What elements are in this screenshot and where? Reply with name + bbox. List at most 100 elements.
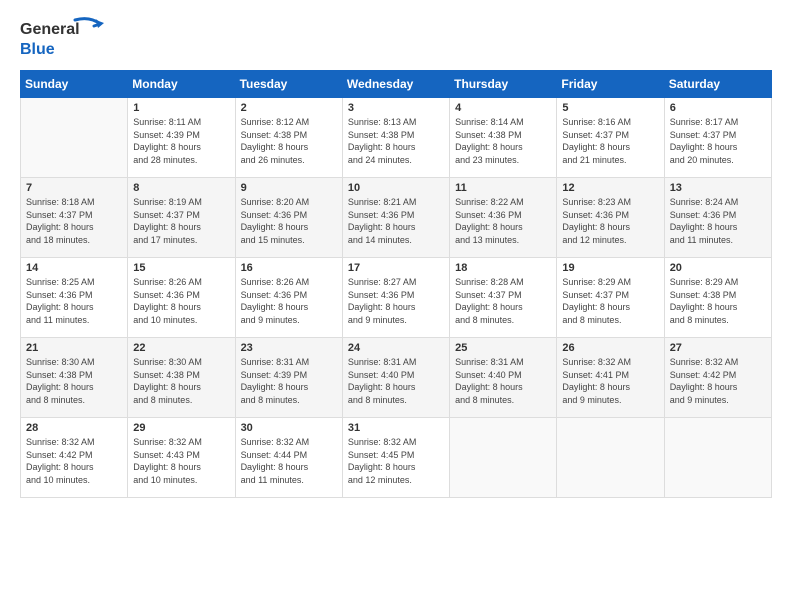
svg-text:General: General (20, 21, 80, 38)
header: General Blue (20, 16, 772, 60)
cell-content: Sunrise: 8:30 AM Sunset: 4:38 PM Dayligh… (133, 356, 229, 406)
day-number: 5 (562, 102, 658, 114)
cell-content: Sunrise: 8:13 AM Sunset: 4:38 PM Dayligh… (348, 116, 444, 166)
week-row-4: 28 Sunrise: 8:32 AM Sunset: 4:42 PM Dayli… (21, 418, 772, 498)
cell-content: Sunrise: 8:23 AM Sunset: 4:36 PM Dayligh… (562, 196, 658, 246)
logo: General Blue (20, 16, 110, 60)
cell-content: Sunrise: 8:32 AM Sunset: 4:45 PM Dayligh… (348, 436, 444, 486)
calendar-cell: 5 Sunrise: 8:16 AM Sunset: 4:37 PM Daylig… (557, 98, 664, 178)
calendar-cell: 17Sunrise: 8:27 AM Sunset: 4:36 PM Dayli… (342, 258, 449, 338)
cell-content: Sunrise: 8:11 AM Sunset: 4:39 PM Dayligh… (133, 116, 229, 166)
calendar-cell: 23 Sunrise: 8:31 AM Sunset: 4:39 PM Dayli… (235, 338, 342, 418)
cell-content: Sunrise: 8:21 AM Sunset: 4:36 PM Dayligh… (348, 196, 444, 246)
day-number: 29 (133, 422, 229, 434)
day-number: 30 (241, 422, 337, 434)
svg-text:Blue: Blue (20, 41, 55, 58)
day-number: 12 (562, 182, 658, 194)
cell-content: Sunrise: 8:14 AM Sunset: 4:38 PM Dayligh… (455, 116, 551, 166)
cell-content: Sunrise: 8:16 AM Sunset: 4:37 PM Dayligh… (562, 116, 658, 166)
calendar-cell: 30 Sunrise: 8:32 AM Sunset: 4:44 PM Dayli… (235, 418, 342, 498)
cell-content: Sunrise: 8:20 AM Sunset: 4:36 PM Dayligh… (241, 196, 337, 246)
calendar-cell: 16Sunrise: 8:26 AM Sunset: 4:36 PM Dayli… (235, 258, 342, 338)
cell-content: Sunrise: 8:31 AM Sunset: 4:39 PM Dayligh… (241, 356, 337, 406)
cell-content: Sunrise: 8:31 AM Sunset: 4:40 PM Dayligh… (455, 356, 551, 406)
cell-content: Sunrise: 8:31 AM Sunset: 4:40 PM Dayligh… (348, 356, 444, 406)
cell-content: Sunrise: 8:26 AM Sunset: 4:36 PM Dayligh… (241, 276, 337, 326)
calendar-cell: 28 Sunrise: 8:32 AM Sunset: 4:42 PM Dayli… (21, 418, 128, 498)
calendar-cell: 4Sunrise: 8:14 AM Sunset: 4:38 PM Daylig… (450, 98, 557, 178)
day-number: 27 (670, 342, 766, 354)
cell-content: Sunrise: 8:25 AM Sunset: 4:36 PM Dayligh… (26, 276, 122, 326)
day-number: 22 (133, 342, 229, 354)
calendar-cell: 22 Sunrise: 8:30 AM Sunset: 4:38 PM Dayli… (128, 338, 235, 418)
header-day-thursday: Thursday (450, 71, 557, 98)
calendar-cell (450, 418, 557, 498)
week-row-0: 1 Sunrise: 8:11 AM Sunset: 4:39 PM Daylig… (21, 98, 772, 178)
calendar-cell: 6 Sunrise: 8:17 AM Sunset: 4:37 PM Daylig… (664, 98, 771, 178)
day-number: 23 (241, 342, 337, 354)
day-number: 28 (26, 422, 122, 434)
cell-content: Sunrise: 8:32 AM Sunset: 4:42 PM Dayligh… (670, 356, 766, 406)
cell-content: Sunrise: 8:28 AM Sunset: 4:37 PM Dayligh… (455, 276, 551, 326)
calendar-cell: 13 Sunrise: 8:24 AM Sunset: 4:36 PM Dayli… (664, 178, 771, 258)
day-number: 3 (348, 102, 444, 114)
header-day-saturday: Saturday (664, 71, 771, 98)
calendar-cell: 14 Sunrise: 8:25 AM Sunset: 4:36 PM Dayli… (21, 258, 128, 338)
header-row: SundayMondayTuesdayWednesdayThursdayFrid… (21, 71, 772, 98)
calendar-cell: 27 Sunrise: 8:32 AM Sunset: 4:42 PM Dayli… (664, 338, 771, 418)
calendar-cell: 29 Sunrise: 8:32 AM Sunset: 4:43 PM Dayli… (128, 418, 235, 498)
week-row-1: 7Sunrise: 8:18 AM Sunset: 4:37 PM Daylig… (21, 178, 772, 258)
day-number: 6 (670, 102, 766, 114)
cell-content: Sunrise: 8:17 AM Sunset: 4:37 PM Dayligh… (670, 116, 766, 166)
day-number: 19 (562, 262, 658, 274)
day-number: 9 (241, 182, 337, 194)
day-number: 17 (348, 262, 444, 274)
header-day-tuesday: Tuesday (235, 71, 342, 98)
day-number: 14 (26, 262, 122, 274)
calendar-cell: 20 Sunrise: 8:29 AM Sunset: 4:38 PM Dayli… (664, 258, 771, 338)
week-row-2: 14 Sunrise: 8:25 AM Sunset: 4:36 PM Dayli… (21, 258, 772, 338)
calendar-cell: 2 Sunrise: 8:12 AM Sunset: 4:38 PM Daylig… (235, 98, 342, 178)
day-number: 8 (133, 182, 229, 194)
cell-content: Sunrise: 8:32 AM Sunset: 4:43 PM Dayligh… (133, 436, 229, 486)
day-number: 20 (670, 262, 766, 274)
calendar-cell (21, 98, 128, 178)
calendar-cell: 26Sunrise: 8:32 AM Sunset: 4:41 PM Dayli… (557, 338, 664, 418)
cell-content: Sunrise: 8:32 AM Sunset: 4:42 PM Dayligh… (26, 436, 122, 486)
cell-content: Sunrise: 8:32 AM Sunset: 4:44 PM Dayligh… (241, 436, 337, 486)
cell-content: Sunrise: 8:24 AM Sunset: 4:36 PM Dayligh… (670, 196, 766, 246)
calendar-cell: 9 Sunrise: 8:20 AM Sunset: 4:36 PM Daylig… (235, 178, 342, 258)
cell-content: Sunrise: 8:26 AM Sunset: 4:36 PM Dayligh… (133, 276, 229, 326)
day-number: 1 (133, 102, 229, 114)
cell-content: Sunrise: 8:30 AM Sunset: 4:38 PM Dayligh… (26, 356, 122, 406)
header-day-friday: Friday (557, 71, 664, 98)
cell-content: Sunrise: 8:29 AM Sunset: 4:38 PM Dayligh… (670, 276, 766, 326)
calendar-cell: 8Sunrise: 8:19 AM Sunset: 4:37 PM Daylig… (128, 178, 235, 258)
day-number: 24 (348, 342, 444, 354)
header-day-wednesday: Wednesday (342, 71, 449, 98)
calendar-table: SundayMondayTuesdayWednesdayThursdayFrid… (20, 70, 772, 498)
calendar-cell (664, 418, 771, 498)
calendar-cell: 31 Sunrise: 8:32 AM Sunset: 4:45 PM Dayli… (342, 418, 449, 498)
day-number: 21 (26, 342, 122, 354)
cell-content: Sunrise: 8:12 AM Sunset: 4:38 PM Dayligh… (241, 116, 337, 166)
calendar-cell: 21 Sunrise: 8:30 AM Sunset: 4:38 PM Dayli… (21, 338, 128, 418)
week-row-3: 21 Sunrise: 8:30 AM Sunset: 4:38 PM Dayli… (21, 338, 772, 418)
main-container: General Blue SundayMondayTuesdayWednesday… (0, 0, 792, 508)
calendar-cell: 24 Sunrise: 8:31 AM Sunset: 4:40 PM Dayli… (342, 338, 449, 418)
header-day-sunday: Sunday (21, 71, 128, 98)
header-day-monday: Monday (128, 71, 235, 98)
cell-content: Sunrise: 8:29 AM Sunset: 4:37 PM Dayligh… (562, 276, 658, 326)
cell-content: Sunrise: 8:22 AM Sunset: 4:36 PM Dayligh… (455, 196, 551, 246)
calendar-cell: 25Sunrise: 8:31 AM Sunset: 4:40 PM Dayli… (450, 338, 557, 418)
calendar-cell: 12 Sunrise: 8:23 AM Sunset: 4:36 PM Dayli… (557, 178, 664, 258)
day-number: 15 (133, 262, 229, 274)
day-number: 10 (348, 182, 444, 194)
day-number: 31 (348, 422, 444, 434)
day-number: 13 (670, 182, 766, 194)
calendar-cell: 19 Sunrise: 8:29 AM Sunset: 4:37 PM Dayli… (557, 258, 664, 338)
logo-icon: General Blue (20, 16, 110, 60)
day-number: 2 (241, 102, 337, 114)
cell-content: Sunrise: 8:18 AM Sunset: 4:37 PM Dayligh… (26, 196, 122, 246)
calendar-cell (557, 418, 664, 498)
